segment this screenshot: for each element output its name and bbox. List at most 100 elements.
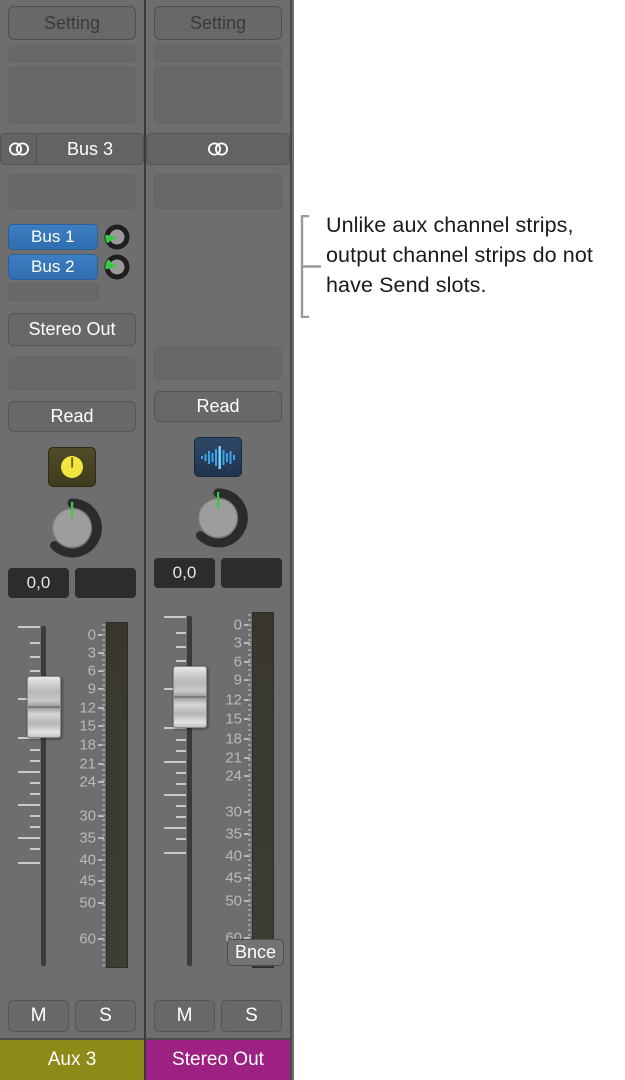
- value-row-stereo-out: 0,0: [154, 558, 282, 588]
- output-slot-stereo-out[interactable]: [146, 133, 290, 165]
- meter-gridline: [102, 634, 105, 636]
- volume-fader-stereo-out[interactable]: [154, 602, 212, 972]
- meter-gridline: [248, 884, 251, 886]
- solo-button-stereo-out[interactable]: S: [221, 1000, 282, 1032]
- meter-scale-label: 6: [87, 662, 96, 680]
- send-button-bus-1[interactable]: Bus 1: [8, 224, 98, 250]
- volume-fader-aux-3[interactable]: [8, 612, 66, 972]
- channel-name-aux-3[interactable]: Aux 3: [0, 1038, 144, 1080]
- send-knob-icon[interactable]: [99, 223, 136, 251]
- fader-scale-ticks: [8, 612, 40, 972]
- fader-handle[interactable]: [173, 666, 207, 728]
- send-knob-icon[interactable]: [99, 253, 136, 281]
- automation-mode-aux-3[interactable]: Read: [8, 401, 136, 432]
- meter-gridline: [248, 634, 251, 636]
- meter-gridlines: [102, 622, 105, 968]
- pan-value-aux-3[interactable]: [75, 568, 136, 598]
- meter-gridline: [102, 904, 105, 906]
- meter-scale-label: 35: [225, 825, 242, 843]
- meter-scale-label: 0: [233, 616, 242, 634]
- meter-gridline: [102, 704, 105, 706]
- meter-gridline: [248, 854, 251, 856]
- fader-meter-area-aux-3: 0 3 6 9 12 15 18 21 24 30 35 40 45 50 60: [0, 612, 144, 1000]
- meter-gridline: [102, 789, 105, 791]
- output-slot-aux-3[interactable]: Bus 3: [0, 133, 144, 165]
- mute-button-stereo-out[interactable]: M: [154, 1000, 215, 1032]
- group-slot-stereo-out[interactable]: [154, 174, 282, 209]
- stereo-icon: [1, 134, 37, 164]
- stereo-out-assign-aux-3[interactable]: Stereo Out: [8, 313, 136, 346]
- setting-button-stereo-out[interactable]: Setting: [154, 6, 282, 40]
- send-button-bus-2[interactable]: Bus 2: [8, 254, 98, 280]
- send-row: Bus 2: [8, 253, 136, 281]
- plugin-icon-wrap-stereo-out: [146, 428, 290, 486]
- pan-knob-icon[interactable]: [187, 487, 249, 554]
- automation-mode-stereo-out[interactable]: Read: [154, 391, 282, 422]
- group-assign-slot-stereo-out[interactable]: [154, 347, 282, 380]
- meter-gridline: [102, 944, 105, 946]
- meter-gridline: [102, 804, 105, 806]
- meter-gridline: [102, 819, 105, 821]
- fader-handle[interactable]: [27, 676, 61, 738]
- meter-scale-label: 3: [233, 634, 242, 652]
- eq-thumbnail-slot-stereo-out[interactable]: [154, 45, 282, 62]
- group-assign-slot-aux-3[interactable]: [8, 357, 136, 390]
- send-row: Bus 1: [8, 223, 136, 251]
- mute-solo-row-stereo-out: M S: [154, 1000, 282, 1032]
- meter-gridline: [102, 714, 105, 716]
- volume-value-aux-3[interactable]: 0,0: [8, 568, 69, 598]
- bracket-icon: [300, 215, 321, 318]
- insert-slots-aux-3[interactable]: [8, 67, 136, 123]
- meter-gridline: [248, 819, 251, 821]
- meter-gridline: [248, 664, 251, 666]
- meter-gridline: [102, 654, 105, 656]
- send-slot-empty-aux-3[interactable]: [8, 283, 99, 301]
- meter-gridline: [248, 919, 251, 921]
- bounce-button-stereo-out[interactable]: Bnce: [226, 939, 284, 966]
- plugin-icon-wrap-aux-3: [0, 438, 144, 496]
- group-slot-aux-3[interactable]: [8, 174, 136, 209]
- meter-gridline: [102, 769, 105, 771]
- callout-text: Unlike aux channel strips, output channe…: [326, 213, 593, 297]
- meter-scale-label: 9: [87, 680, 96, 698]
- meter-scale-label: 45: [225, 869, 242, 887]
- setting-button-aux-3[interactable]: Setting: [8, 6, 136, 40]
- meter-gridline: [248, 749, 251, 751]
- meter-gridline: [248, 889, 251, 891]
- meter-scale-aux-3: 0 3 6 9 12 15 18 21 24 30 35 40 45 50 60: [62, 612, 104, 972]
- meter-gridline: [102, 629, 105, 631]
- stereo-icon: [147, 134, 289, 164]
- meter-bar-stereo-out: [252, 612, 274, 968]
- value-row-aux-3: 0,0: [8, 568, 136, 598]
- output-label-aux-3: Bus 3: [66, 138, 114, 159]
- meter-gridline: [248, 734, 251, 736]
- meter-gridline: [102, 854, 105, 856]
- insert-slots-stereo-out[interactable]: [154, 67, 282, 123]
- meter-gridline: [248, 659, 251, 661]
- mute-button-aux-3[interactable]: M: [8, 1000, 69, 1032]
- meter-scale-label: 35: [79, 829, 96, 847]
- eq-thumbnail-slot-aux-3[interactable]: [8, 45, 136, 62]
- meter-gridline: [102, 914, 105, 916]
- volume-value-stereo-out[interactable]: 0,0: [154, 558, 215, 588]
- meter-gridline: [248, 824, 251, 826]
- meter-gridline: [248, 894, 251, 896]
- meter-gridline: [248, 644, 251, 646]
- meter-gridline: [248, 614, 251, 616]
- meter-gridline: [102, 774, 105, 776]
- metronome-icon[interactable]: [48, 447, 96, 487]
- pan-knob-icon[interactable]: [41, 497, 103, 564]
- waveform-icon[interactable]: [194, 437, 242, 477]
- meter-gridline: [102, 924, 105, 926]
- meter-gridline: [102, 874, 105, 876]
- meter-gridline: [102, 679, 105, 681]
- channel-name-stereo-out[interactable]: Stereo Out: [146, 1038, 290, 1080]
- fader-scale-ticks: [154, 602, 186, 972]
- meter-gridline: [248, 904, 251, 906]
- meter-gridline: [102, 814, 105, 816]
- solo-button-aux-3[interactable]: S: [75, 1000, 136, 1032]
- meter-gridline: [102, 719, 105, 721]
- pan-value-stereo-out[interactable]: [221, 558, 282, 588]
- meter-gridline: [102, 684, 105, 686]
- screenshot-root: Setting Bus 3 Bus 1 Bus 2 Stereo Out Rea…: [0, 0, 625, 1080]
